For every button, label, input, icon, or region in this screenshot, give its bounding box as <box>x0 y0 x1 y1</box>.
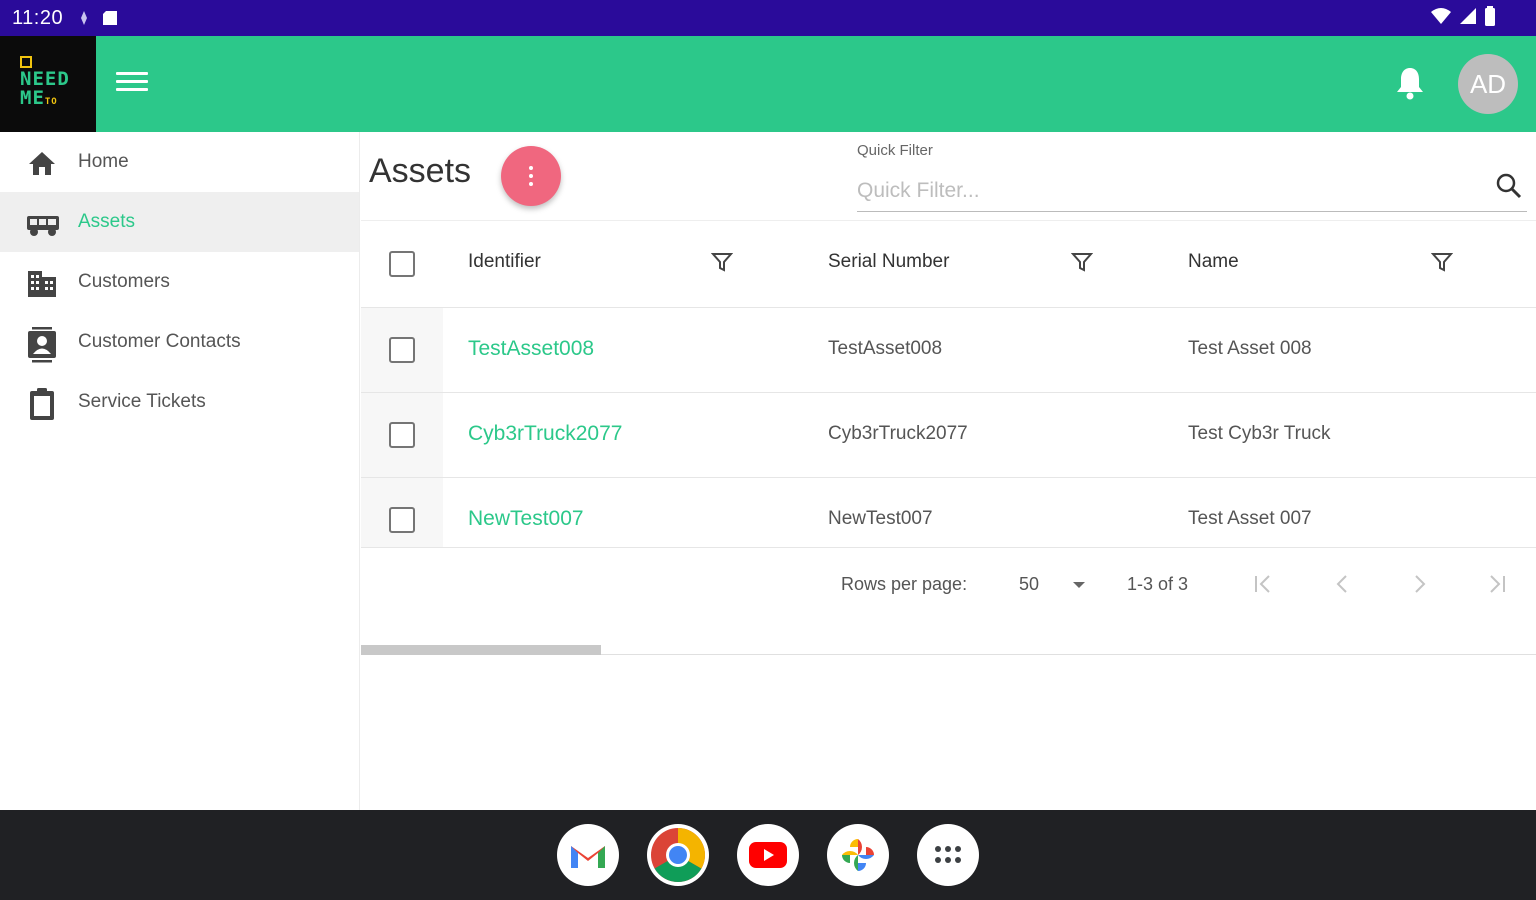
column-header-name[interactable]: Name <box>1188 251 1239 273</box>
horizontal-scrollbar[interactable] <box>361 645 1536 655</box>
building-icon <box>26 267 58 299</box>
rows-per-page-select[interactable]: 50 <box>1017 570 1093 600</box>
column-header-serial-number[interactable]: Serial Number <box>828 251 949 273</box>
sidebar-item-service-tickets[interactable]: Service Tickets <box>0 372 359 432</box>
logo-line2: METO <box>20 89 96 112</box>
chrome-icon[interactable] <box>647 824 709 886</box>
wifi-icon <box>1430 7 1452 30</box>
serial-cell: TestAsset008 <box>828 338 943 359</box>
row-checkbox[interactable] <box>389 507 415 533</box>
app-logo[interactable]: NEED METO <box>0 36 96 132</box>
hamburger-menu-icon[interactable] <box>116 72 148 96</box>
sidebar-item-customers[interactable]: Customers <box>0 252 359 312</box>
signal-icon <box>1458 7 1478 30</box>
main-content: Assets Quick Filter Identifier Serial Nu… <box>361 132 1536 810</box>
table-row[interactable]: Cyb3rTruck2077 Cyb3rTruck2077 Test Cyb3r… <box>361 393 1536 478</box>
row-select-cell <box>361 478 443 547</box>
sidebar-item-label: Customer Contacts <box>78 331 241 352</box>
status-time: 11:20 <box>12 6 64 29</box>
sidebar: Home Assets Customers Customer Contacts … <box>0 132 360 810</box>
sidebar-item-customer-contacts[interactable]: Customer Contacts <box>0 312 359 372</box>
battery-icon <box>1484 6 1496 31</box>
serial-cell: NewTest007 <box>828 508 933 529</box>
row-select-cell <box>361 308 443 392</box>
filter-icon[interactable] <box>710 251 734 278</box>
more-actions-button[interactable] <box>501 146 561 206</box>
sidebar-item-label: Customers <box>78 271 170 292</box>
app-bar: NEED METO AD <box>0 36 1536 132</box>
page-title: Assets <box>369 152 472 190</box>
assets-table: Identifier Serial Number Name TestAsset0… <box>361 220 1536 620</box>
gmail-icon[interactable] <box>557 824 619 886</box>
name-cell: Test Cyb3r Truck <box>1188 423 1331 444</box>
taskbar <box>0 810 1536 900</box>
table-row[interactable]: NewTest007 NewTest007 Test Asset 007 <box>361 478 1536 548</box>
previous-page-icon[interactable] <box>1331 572 1355 601</box>
logo-line2-text: ME <box>20 87 45 109</box>
sidebar-item-label: Assets <box>78 211 136 232</box>
truck-icon <box>26 207 59 239</box>
sidebar-item-label: Home <box>78 151 129 172</box>
app-launcher-icon[interactable] <box>917 824 979 886</box>
sidebar-item-home[interactable]: Home <box>0 132 359 192</box>
home-icon <box>26 147 58 179</box>
quick-filter-input[interactable] <box>857 170 1527 212</box>
scrollbar-thumb[interactable] <box>361 645 601 655</box>
caret-down-icon <box>1073 582 1085 588</box>
search-icon[interactable] <box>1495 172 1523 205</box>
name-cell: Test Asset 008 <box>1188 338 1312 359</box>
rows-per-page-label: Rows per page: <box>841 574 968 594</box>
quick-filter-label: Quick Filter <box>857 142 933 159</box>
select-all-cell <box>361 221 443 307</box>
identifier-link[interactable]: NewTest007 <box>468 507 584 531</box>
pagination: Rows per page: 50 1-3 of 3 <box>361 548 1536 620</box>
filter-icon[interactable] <box>1430 251 1454 278</box>
clipboard-icon <box>26 387 58 420</box>
notifications-bell-icon[interactable] <box>1394 66 1426 105</box>
status-bar: 11:20 <box>0 0 1536 36</box>
row-checkbox[interactable] <box>389 337 415 363</box>
logo-mark-icon <box>20 56 32 68</box>
first-page-icon[interactable] <box>1251 572 1275 601</box>
row-select-cell <box>361 393 443 477</box>
rows-per-page-value: 50 <box>1019 574 1040 594</box>
sidebar-item-assets[interactable]: Assets <box>0 192 359 252</box>
page-range: 1-3 of 3 <box>1127 574 1189 594</box>
sidebar-item-label: Service Tickets <box>78 391 206 412</box>
contacts-icon <box>26 327 58 363</box>
logo-small-text: TO <box>44 97 58 107</box>
row-checkbox[interactable] <box>389 422 415 448</box>
identifier-link[interactable]: TestAsset008 <box>468 337 594 361</box>
photos-icon[interactable] <box>827 824 889 886</box>
sd-card-icon <box>101 9 119 27</box>
notification-icon <box>77 10 91 26</box>
name-cell: Test Asset 007 <box>1188 508 1312 529</box>
serial-cell: Cyb3rTruck2077 <box>828 423 968 444</box>
user-avatar[interactable]: AD <box>1458 54 1518 114</box>
filter-icon[interactable] <box>1070 251 1094 278</box>
youtube-icon[interactable] <box>737 824 799 886</box>
next-page-icon[interactable] <box>1407 572 1431 601</box>
last-page-icon[interactable] <box>1485 572 1509 601</box>
table-header: Identifier Serial Number Name <box>361 220 1536 308</box>
select-all-checkbox[interactable] <box>389 251 415 277</box>
table-row[interactable]: TestAsset008 TestAsset008 Test Asset 008 <box>361 308 1536 393</box>
identifier-link[interactable]: Cyb3rTruck2077 <box>468 422 622 446</box>
column-header-identifier[interactable]: Identifier <box>468 251 541 273</box>
